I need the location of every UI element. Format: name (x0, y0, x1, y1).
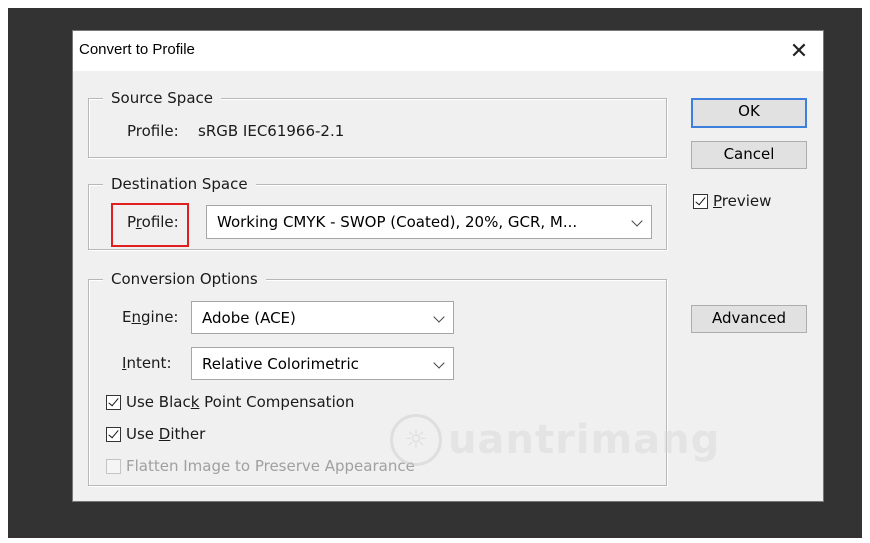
preview-checkbox[interactable] (693, 194, 708, 209)
flatten-checkbox[interactable] (106, 459, 121, 474)
close-icon: ✕ (789, 38, 809, 64)
dialog-title: Convert to Profile (79, 41, 195, 58)
engine-label: Engine: (122, 308, 179, 326)
convert-to-profile-dialog: Convert to Profile ✕ Source Space Profil… (72, 30, 824, 502)
intent-label: Intent: (122, 354, 172, 372)
cancel-button[interactable]: Cancel (691, 141, 807, 169)
dither-label: Use Dither (126, 425, 206, 443)
destination-profile-select[interactable]: Working CMYK - SWOP (Coated), 20%, GCR, … (206, 205, 652, 239)
source-space-legend: Source Space (103, 88, 221, 108)
black-point-checkbox[interactable] (106, 395, 121, 410)
dither-checkbox-row[interactable]: Use Dither (106, 424, 306, 446)
ok-button[interactable]: OK (691, 98, 807, 128)
black-point-checkbox-row[interactable]: Use Black Point Compensation (106, 392, 406, 414)
conversion-options-legend: Conversion Options (103, 269, 266, 289)
source-profile-label: Profile: (127, 122, 179, 140)
dither-checkbox[interactable] (106, 427, 121, 442)
chevron-down-icon (433, 311, 445, 323)
preview-label: Preview (713, 192, 772, 210)
source-profile-value: sRGB IEC61966-2.1 (198, 122, 345, 140)
source-space-group: Source Space Profile: sRGB IEC61966-2.1 (88, 88, 667, 158)
advanced-button[interactable]: Advanced (691, 305, 807, 333)
close-button[interactable]: ✕ (781, 33, 817, 69)
engine-selected: Adobe (ACE) (202, 309, 296, 327)
black-point-label: Use Black Point Compensation (126, 393, 355, 411)
destination-profile-selected: Working CMYK - SWOP (Coated), 20%, GCR, … (217, 213, 578, 231)
preview-checkbox-row[interactable]: Preview (693, 191, 803, 213)
destination-space-legend: Destination Space (103, 174, 256, 194)
conversion-options-group: Conversion Options Engine: Adobe (ACE) I… (88, 269, 667, 486)
chevron-down-icon (433, 357, 445, 369)
profile-label-highlight (111, 203, 189, 247)
chevron-down-icon (631, 215, 643, 227)
engine-select[interactable]: Adobe (ACE) (191, 301, 454, 334)
flatten-checkbox-row[interactable]: Flatten Image to Preserve Appearance (106, 456, 466, 478)
intent-selected: Relative Colorimetric (202, 355, 359, 373)
intent-select[interactable]: Relative Colorimetric (191, 347, 454, 380)
flatten-label: Flatten Image to Preserve Appearance (126, 457, 415, 475)
title-bar: Convert to Profile ✕ (73, 31, 823, 71)
